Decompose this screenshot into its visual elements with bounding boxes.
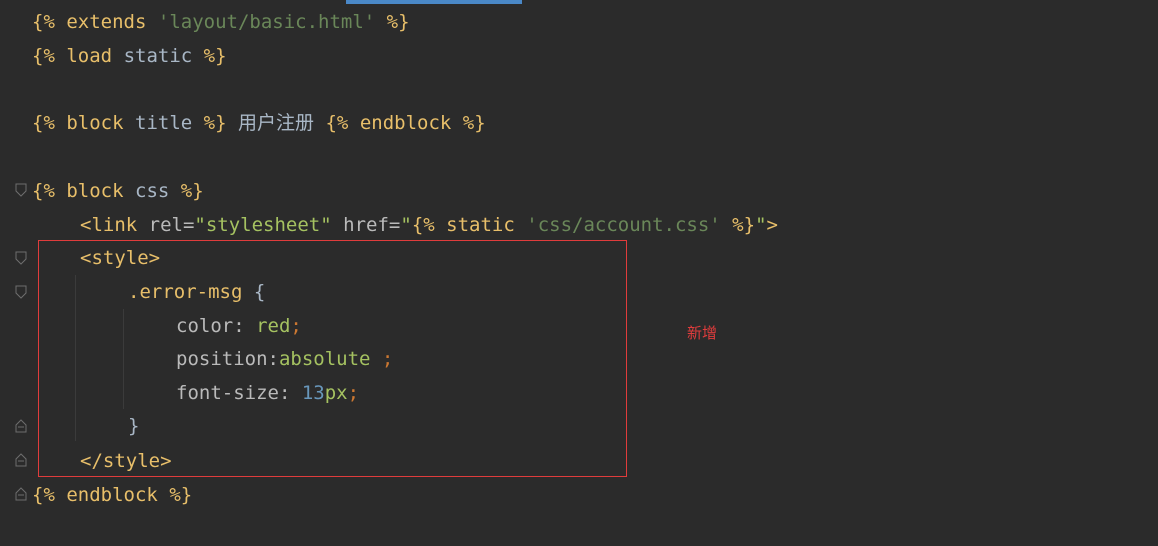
template-arg: title xyxy=(135,112,193,134)
template-arg: static xyxy=(123,45,193,67)
annotation-label: 新增 xyxy=(687,324,718,342)
code-line-15: {% endblock %} xyxy=(32,478,192,512)
template-keyword: extends xyxy=(66,11,147,33)
template-delim: {% xyxy=(32,484,55,506)
title-text: 用户注册 xyxy=(238,112,315,134)
template-arg: css xyxy=(135,180,170,202)
template-delim: {% xyxy=(325,112,349,134)
string-literal: 'layout/basic.html' xyxy=(157,11,376,33)
code-line-4: {% block title %} 用户注册 {% endblock %} xyxy=(32,106,486,140)
html-tag: <link xyxy=(80,214,138,236)
template-delim: {% xyxy=(32,45,55,67)
template-delim: {% xyxy=(411,214,435,236)
highlight-box xyxy=(38,240,627,477)
template-keyword: block xyxy=(66,112,124,134)
html-quote: " xyxy=(400,214,412,236)
html-attr: rel= xyxy=(148,214,195,236)
code-line-2: {% load static %} xyxy=(32,39,227,73)
template-delim: %} xyxy=(180,180,204,202)
template-delim: %} xyxy=(462,112,486,134)
template-delim: %} xyxy=(732,214,756,236)
template-delim: %} xyxy=(203,45,227,67)
html-attr-value: "stylesheet" xyxy=(194,214,332,236)
template-delim: {% xyxy=(32,180,55,202)
html-tag: > xyxy=(766,214,778,236)
template-keyword: endblock xyxy=(359,112,452,134)
string-literal: 'css/account.css' xyxy=(526,214,721,236)
template-delim: {% xyxy=(32,112,55,134)
template-keyword: endblock xyxy=(66,484,158,506)
template-keyword: load xyxy=(66,45,113,67)
template-keyword: static xyxy=(446,214,515,236)
code-line-6: {% block css %} xyxy=(32,174,204,208)
html-attr: href= xyxy=(343,214,401,236)
template-delim: {% xyxy=(32,11,55,33)
code-line-1: {% extends 'layout/basic.html' %} xyxy=(32,5,410,39)
template-keyword: block xyxy=(66,180,124,202)
html-quote: " xyxy=(755,214,767,236)
template-delim: %} xyxy=(169,484,193,506)
template-delim: %} xyxy=(386,11,410,33)
code-line-7: <link rel="stylesheet" href="{% static '… xyxy=(80,208,778,242)
template-delim: %} xyxy=(203,112,227,134)
